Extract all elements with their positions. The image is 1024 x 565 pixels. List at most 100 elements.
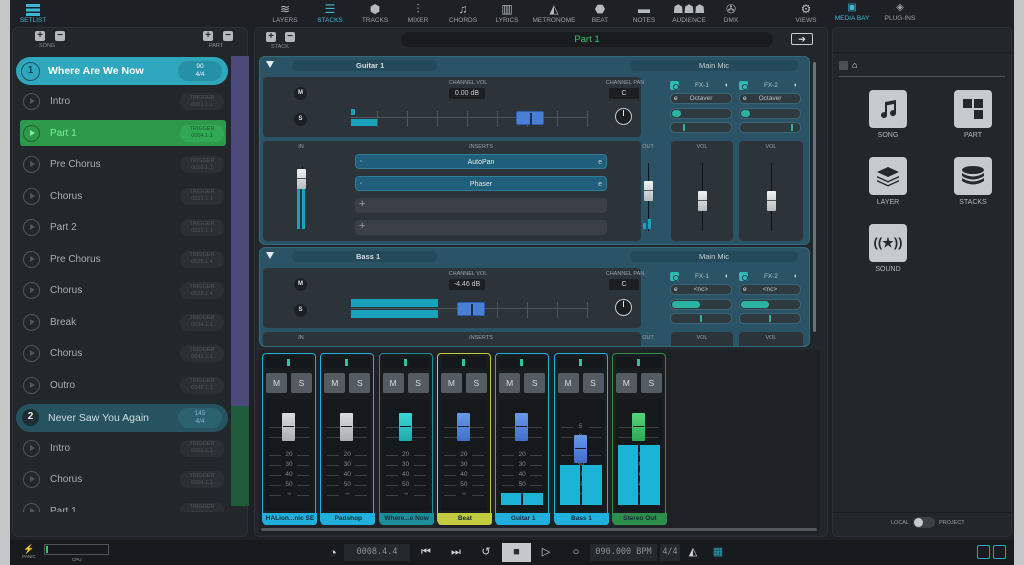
fx-send-slider[interactable]	[739, 108, 801, 119]
channel-vol-value[interactable]: -4.46 dB	[449, 279, 485, 290]
track-input[interactable]: Main Mic	[630, 251, 798, 262]
play-part-icon[interactable]	[23, 219, 40, 236]
tile-song[interactable]: SONG	[858, 90, 918, 139]
setlist-part[interactable]: Chorus TRIGGER 0004.1.1	[20, 467, 226, 493]
channel-name[interactable]: Stereo Out	[612, 513, 667, 525]
collapse-triangle-icon[interactable]	[266, 252, 274, 259]
stacks-scrollbar[interactable]	[813, 62, 816, 332]
fx-pan-slider[interactable]	[739, 313, 801, 324]
play-part-icon[interactable]	[23, 439, 40, 457]
fx-1-vol-fader[interactable]	[698, 191, 707, 211]
edit-icon[interactable]: e	[598, 155, 602, 170]
setlist-part[interactable]: Outro TRIGGER 0048.1.1	[20, 372, 226, 398]
toolbar-tab-lyrics[interactable]: ▥ LYRICS	[481, 2, 533, 24]
solo-button[interactable]: S	[294, 113, 307, 126]
volume-fader[interactable]	[282, 413, 295, 441]
insert-slot-3[interactable]: +	[355, 198, 607, 213]
play-part-icon[interactable]	[23, 93, 40, 110]
channel-name[interactable]: Where...e Now	[379, 513, 434, 525]
in-fader[interactable]	[297, 169, 306, 189]
next-part-button[interactable]: ➔	[791, 33, 813, 45]
setlist-part[interactable]: Part 1 TRIGGER0012.1.1	[20, 498, 226, 512]
channel-pan-value[interactable]: C	[609, 279, 639, 290]
tempo-display[interactable]: 090.000 BPM	[590, 544, 657, 561]
tile-sound[interactable]: ((★)) SOUND	[858, 224, 918, 273]
mute-button[interactable]: M	[324, 373, 346, 393]
drag-handle-icon[interactable]: ▫	[360, 177, 362, 192]
channel-name[interactable]: Guitar 1	[496, 513, 551, 525]
fx-plugin-slot[interactable]: e <nc>	[670, 284, 732, 295]
setlist-song[interactable]: 1 Where Are We Now 90 4/4	[16, 57, 228, 85]
tile-part[interactable]: PART	[943, 90, 1003, 139]
solo-button[interactable]: S	[640, 373, 662, 393]
solo-button[interactable]: S	[407, 373, 429, 393]
solo-button[interactable]: S	[465, 373, 487, 393]
insert-slot-2[interactable]: ▫ Phaser e	[355, 176, 607, 191]
volume-fader[interactable]	[456, 413, 470, 441]
setlist-part[interactable]: Pre Chorus TRIGGER 0025.1.4	[20, 246, 226, 272]
next-marker-button[interactable]: ⏭	[445, 543, 467, 562]
previous-marker-button[interactable]: ⏮	[415, 543, 437, 562]
fx-send-slider[interactable]	[739, 299, 801, 310]
panic-button[interactable]: ⚡ PANIC	[22, 544, 36, 559]
fx-plugin-slot[interactable]: e Octaver	[739, 93, 801, 104]
channel-name[interactable]: Padshop	[321, 513, 376, 525]
channel-vol-value[interactable]: 0.00 dB	[449, 88, 485, 99]
media-bay-tab[interactable]: ▣ MEDIA BAY	[832, 2, 872, 22]
volume-fader[interactable]	[398, 413, 412, 441]
pan-knob[interactable]	[615, 108, 632, 125]
fx-pan-slider[interactable]	[739, 122, 801, 133]
channel-vol-fader[interactable]	[516, 111, 544, 125]
volume-fader[interactable]	[515, 413, 529, 441]
volume-fader[interactable]	[340, 413, 354, 441]
plug-ins-tab[interactable]: ◈ PLUG-INS	[880, 2, 920, 22]
toolbar-tab-metronome[interactable]: ◭ METRONOME	[528, 2, 580, 24]
solo-button[interactable]: S	[582, 373, 604, 393]
tile-stacks[interactable]: STACKS	[943, 157, 1003, 206]
solo-button[interactable]: S	[291, 373, 312, 393]
play-part-icon[interactable]	[23, 156, 40, 173]
speaker-icon[interactable]: ◖	[793, 81, 797, 90]
play-part-icon[interactable]	[23, 471, 40, 488]
fx-pan-slider[interactable]	[670, 313, 732, 324]
mute-button[interactable]: M	[294, 87, 307, 100]
collapse-triangle-icon[interactable]	[266, 61, 274, 68]
insert-slot-4[interactable]: +	[355, 220, 607, 235]
signature-display[interactable]: 4/4	[660, 544, 680, 561]
out-fader[interactable]	[644, 181, 653, 201]
channel-name[interactable]: HALion...nic SE	[263, 513, 317, 525]
setlist-part[interactable]: Intro TRIGGER 0001.1.1	[20, 435, 226, 461]
metronome-icon[interactable]: ◭	[682, 543, 704, 562]
fx-send-slider[interactable]	[670, 299, 732, 310]
volume-fader[interactable]	[631, 413, 645, 441]
loop-button[interactable]: ↺	[475, 543, 497, 562]
volume-fader[interactable]	[573, 435, 587, 463]
right-zone-toggle-icon[interactable]	[993, 545, 1006, 559]
play-part-icon[interactable]	[23, 376, 40, 394]
pan-knob[interactable]	[615, 299, 632, 316]
play-part-icon[interactable]	[23, 313, 40, 331]
fx-power-button[interactable]	[739, 272, 748, 281]
mute-button[interactable]: M	[557, 373, 579, 393]
channel-pan-value[interactable]: C	[609, 88, 639, 99]
remove-part-button[interactable]: −	[223, 31, 233, 41]
mute-button[interactable]: M	[440, 373, 462, 393]
track-name[interactable]: Guitar 1	[292, 60, 437, 71]
fx-power-button[interactable]	[670, 81, 679, 90]
edit-icon[interactable]: e	[598, 177, 602, 192]
left-zone-toggle-icon[interactable]	[977, 545, 990, 559]
fx-plugin-slot[interactable]: e Octaver	[670, 93, 732, 104]
mute-button[interactable]: M	[382, 373, 404, 393]
home-icon[interactable]: ⌂	[852, 60, 857, 70]
speaker-icon[interactable]: ◖	[793, 272, 797, 281]
remove-stack-button[interactable]: −	[285, 32, 295, 42]
play-part-icon[interactable]	[23, 345, 40, 362]
tile-layer[interactable]: LAYER	[858, 157, 918, 206]
local-project-switch[interactable]	[913, 517, 935, 528]
setlist-part[interactable]: Pre Chorus TRIGGER 0010.1.1	[20, 152, 226, 178]
fx-plugin-slot[interactable]: e <nc>	[739, 284, 801, 295]
speaker-icon[interactable]: ◖	[724, 272, 728, 281]
fx-pan-slider[interactable]	[670, 122, 732, 133]
insert-slot-1[interactable]: ▫ AutoPan e	[355, 154, 607, 169]
play-part-icon[interactable]	[23, 187, 40, 205]
